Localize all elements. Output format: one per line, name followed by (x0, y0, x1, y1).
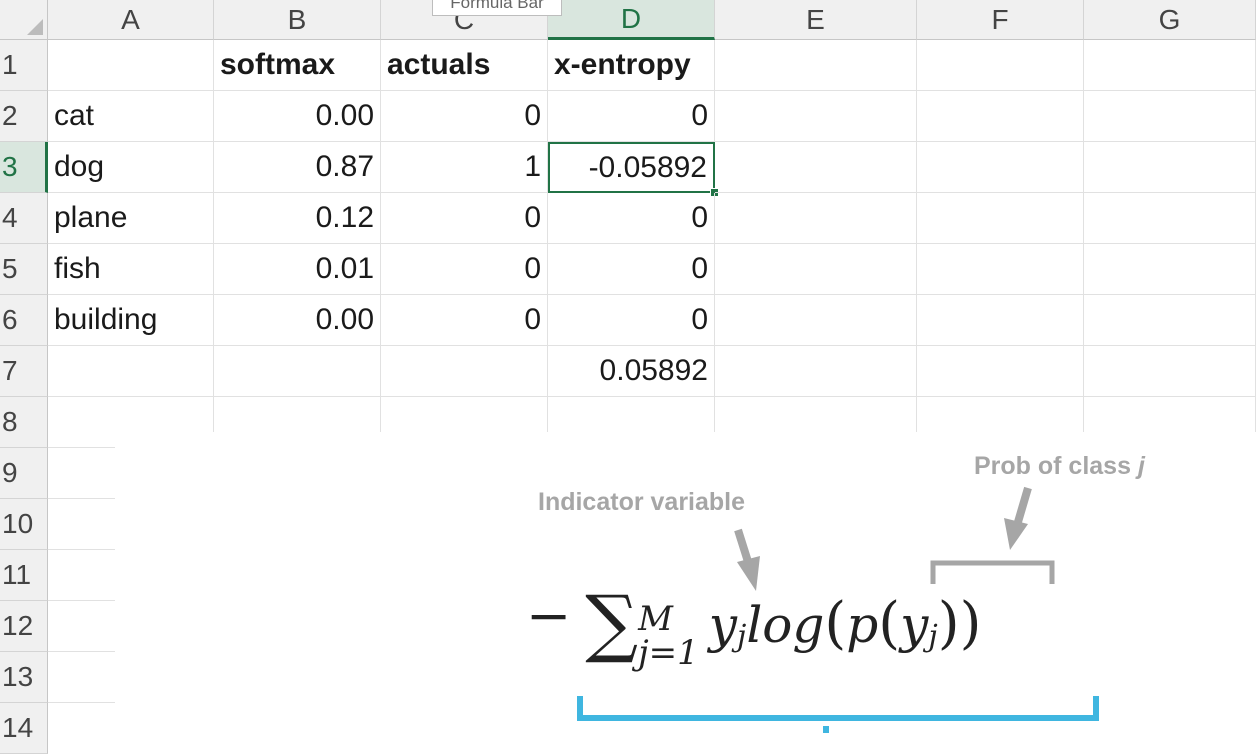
formula-upper-limit: M (638, 599, 673, 639)
formula-log: log (746, 596, 825, 654)
formula-sum: ∑ (585, 580, 639, 666)
formula-paren-close-2: ) (959, 591, 982, 656)
prob-arrow-icon (1004, 486, 1032, 550)
formula-minus: − (526, 584, 572, 647)
formula-paren-open-2: ( (878, 591, 901, 656)
cross-entropy-formula: − ∑ Mj=1 yjlog(p(yj)) (526, 580, 981, 670)
formula-y: y (708, 596, 737, 654)
formula-lower-limit: j=1 (638, 633, 699, 673)
formula-y-sub: j (737, 619, 747, 655)
formula-sum-limits: Mj=1 (638, 602, 699, 670)
formula-paren-close-1: ) (937, 591, 960, 656)
formula-p: p (846, 596, 879, 654)
formula-y-inner: y (900, 596, 929, 654)
formula-blue-bracket (577, 696, 1099, 721)
formula-paren-open-1: ( (824, 591, 847, 656)
formula-y-inner-sub: j (928, 619, 938, 655)
